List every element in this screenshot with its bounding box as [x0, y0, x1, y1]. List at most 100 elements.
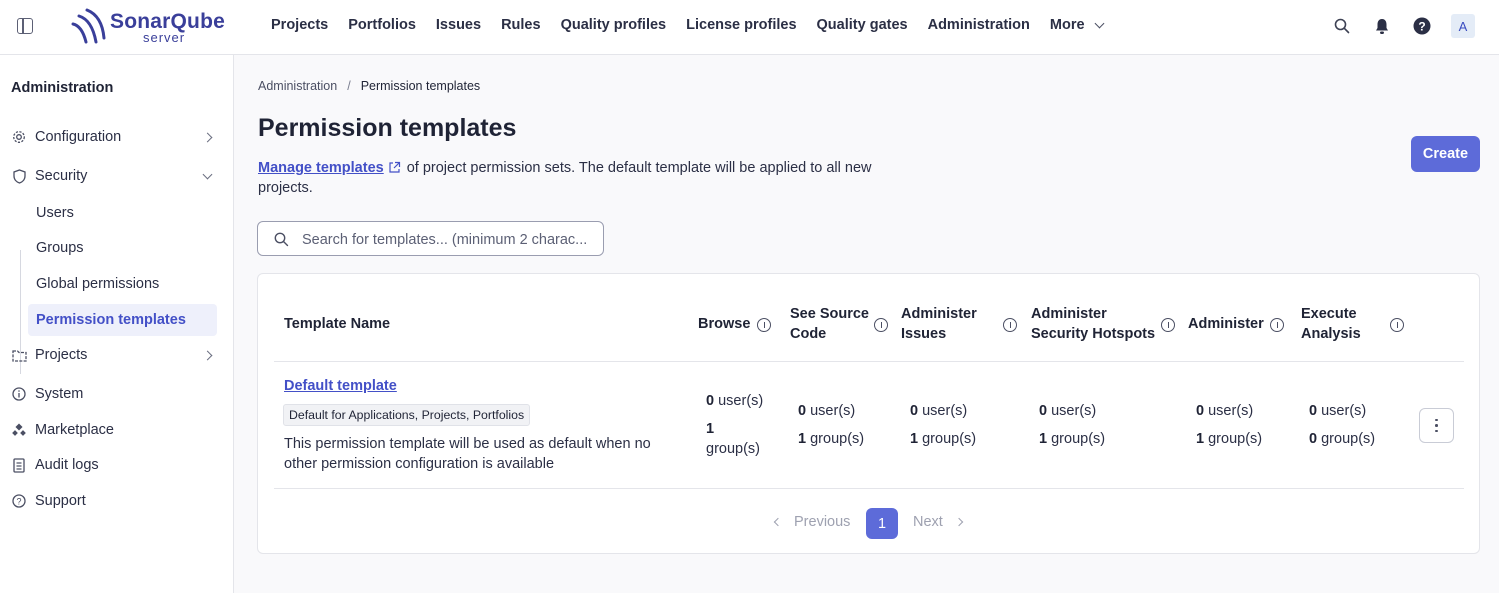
sidebar-title: Administration: [11, 80, 114, 96]
previous-page-button[interactable]: Previous: [773, 514, 851, 530]
count: 0: [798, 403, 807, 419]
row-actions-button[interactable]: [1419, 408, 1454, 443]
users-suffix: user(s): [1321, 403, 1367, 419]
breadcrumb-administration[interactable]: Administration: [258, 79, 337, 93]
breadcrumb: Administration / Permission templates: [258, 79, 480, 93]
nav-administration[interactable]: Administration: [928, 17, 1030, 33]
nav-quality-gates[interactable]: Quality gates: [817, 17, 908, 33]
create-button[interactable]: Create: [1411, 136, 1480, 172]
chevron-down-icon: [202, 169, 213, 179]
administer-cell: 0 user(s) 1 group(s): [1196, 401, 1262, 449]
count: 0: [1196, 403, 1205, 419]
sidebar-subitem-permission-templates[interactable]: Permission templates: [28, 304, 217, 336]
sonarqube-logo[interactable]: SonarQube server: [70, 8, 230, 48]
header-see-source-code: See Source Code: [790, 304, 869, 344]
info-icon[interactable]: [1390, 318, 1404, 332]
template-name-link[interactable]: Default template: [284, 378, 397, 394]
sidebar-toggle-icon[interactable]: [17, 18, 33, 34]
header-administer-issues: Administer Issues: [901, 304, 977, 344]
manage-templates-link[interactable]: Manage templates: [258, 160, 384, 176]
sidebar-subitem-global-permissions[interactable]: Global permissions: [28, 268, 217, 300]
search-icon[interactable]: [1331, 15, 1353, 37]
header-line: Administer: [901, 306, 977, 322]
header-browse: Browse: [698, 316, 751, 332]
users-suffix: user(s): [922, 403, 968, 419]
sidebar-item-marketplace[interactable]: Marketplace: [11, 416, 219, 444]
info-icon[interactable]: [757, 318, 771, 332]
sidebar-item-system[interactable]: System: [11, 380, 219, 408]
marketplace-icon: [11, 422, 27, 438]
nav-quality-profiles[interactable]: Quality profiles: [561, 17, 667, 33]
execute-analysis-cell: 0 user(s) 0 group(s): [1309, 401, 1375, 449]
count: 0: [910, 403, 919, 419]
nav-rules[interactable]: Rules: [501, 17, 541, 33]
admin-users: 0 user(s): [1196, 401, 1262, 421]
browse-cell: 0 user(s) 1 group(s): [706, 391, 776, 459]
sidebar-item-label: Configuration: [35, 129, 122, 145]
kebab-dot: [1435, 429, 1438, 433]
logo-subtitle: server: [143, 30, 186, 45]
nav-portfolios[interactable]: Portfolios: [348, 17, 416, 33]
sidebar-item-projects[interactable]: Projects: [11, 341, 219, 369]
sidebar-item-audit-logs[interactable]: Audit logs: [11, 451, 219, 479]
nav-license-profiles[interactable]: License profiles: [686, 17, 796, 33]
header-administer-security-hotspots: Administer Security Hotspots: [1031, 304, 1155, 344]
sidebar-item-label: Marketplace: [35, 422, 114, 438]
breadcrumb-current: Permission templates: [360, 79, 481, 93]
search-box: [257, 221, 604, 256]
groups-suffix: group(s): [1321, 431, 1376, 447]
sidebar-item-label: Projects: [35, 347, 88, 363]
sidebar-item-configuration[interactable]: Configuration: [11, 123, 219, 151]
nav-projects[interactable]: Projects: [271, 17, 328, 33]
users-suffix: user(s): [1051, 403, 1097, 419]
count: 1: [798, 431, 807, 447]
hotspots-groups: 1 group(s): [1039, 429, 1105, 449]
issues-users: 0 user(s): [910, 401, 976, 421]
sidebar-subitem-groups[interactable]: Groups: [28, 232, 217, 264]
info-icon[interactable]: [1003, 318, 1017, 332]
nav-issues[interactable]: Issues: [436, 17, 481, 33]
info-icon[interactable]: [1270, 318, 1284, 332]
kebab-dot: [1435, 418, 1438, 422]
source-groups: 1 group(s): [798, 429, 864, 449]
header-execute-analysis: Execute Analysis: [1301, 304, 1361, 344]
nav-more-label: More: [1049, 17, 1085, 33]
hotspots-users: 0 user(s): [1039, 401, 1105, 421]
svg-text:?: ?: [16, 497, 21, 507]
gear-icon: [11, 129, 27, 145]
users-suffix: user(s): [810, 403, 856, 419]
sidebar-subitem-users[interactable]: Users: [28, 197, 217, 229]
logo-waves-icon: [71, 8, 106, 44]
bell-icon[interactable]: [1371, 15, 1393, 37]
info-icon[interactable]: [1161, 318, 1175, 332]
groups-suffix: group(s): [1208, 431, 1263, 447]
help-icon: ?: [11, 493, 27, 509]
users-suffix: user(s): [1208, 403, 1254, 419]
groups-suffix: group(s): [810, 431, 865, 447]
see-source-cell: 0 user(s) 1 group(s): [798, 401, 864, 449]
count: 0: [1309, 403, 1318, 419]
projects-icon: [11, 347, 27, 363]
kebab-dot: [1435, 424, 1438, 427]
source-users: 0 user(s): [798, 401, 864, 421]
groups-suffix: group(s): [922, 431, 977, 447]
info-icon: [11, 386, 27, 402]
sidebar-item-support[interactable]: ? Support: [11, 487, 219, 515]
browse-users: 0 user(s): [706, 391, 776, 411]
info-icon[interactable]: [874, 318, 888, 332]
search-input[interactable]: [302, 230, 597, 249]
execute-users: 0 user(s): [1309, 401, 1375, 421]
next-page-button[interactable]: Next: [913, 514, 964, 530]
sidebar-item-security[interactable]: Security: [11, 162, 219, 190]
header-line: Administer: [1031, 306, 1107, 322]
page-number-button[interactable]: 1: [866, 508, 898, 539]
previous-label: Previous: [794, 514, 851, 530]
header-divider: [274, 361, 1464, 362]
chevron-right-icon: [202, 350, 213, 360]
count: 0: [1039, 403, 1048, 419]
nav-more[interactable]: More: [1049, 17, 1105, 33]
avatar[interactable]: A: [1451, 14, 1475, 38]
help-icon[interactable]: ?: [1411, 15, 1433, 37]
administer-issues-cell: 0 user(s) 1 group(s): [910, 401, 976, 449]
next-label: Next: [913, 514, 943, 530]
